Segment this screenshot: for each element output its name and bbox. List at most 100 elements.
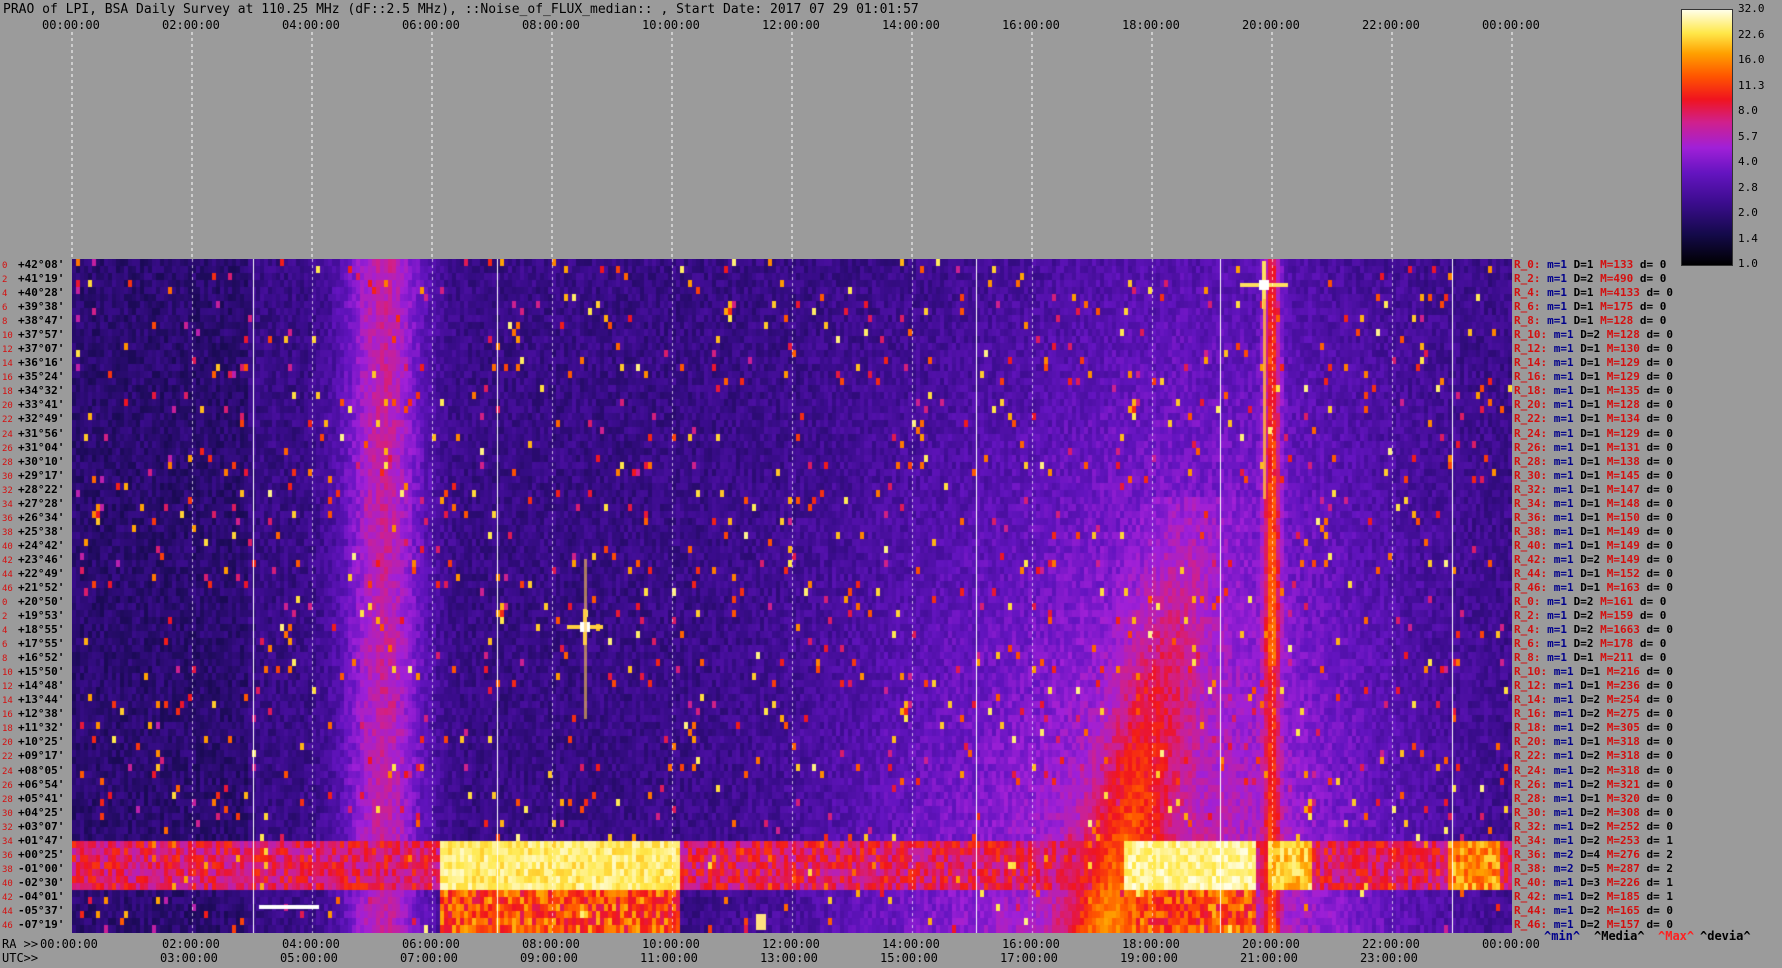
stat-row: R_32: m=1 D=2 M=252 d= 0 (1514, 820, 1673, 833)
declination-label: 38 +25°38' (2, 525, 64, 538)
stat-devia: d= 0 (1646, 903, 1674, 917)
stat-min: m=1 (1553, 412, 1581, 426)
stat-devia: d= 0 (1646, 328, 1674, 342)
stat-devia: d= 0 (1646, 342, 1674, 356)
stat-media: D=1 (1580, 342, 1607, 356)
row-index: 36 (2, 513, 13, 524)
stat-min: m=1 (1553, 707, 1581, 721)
declination-label: 32 +03°07' (2, 820, 64, 833)
stat-devia: d= 0 (1646, 580, 1674, 594)
stat-min: m=2 (1553, 847, 1581, 861)
stat-min: m=1 (1553, 763, 1581, 777)
stat-media: D=2 (1580, 805, 1607, 819)
row-index: 16 (2, 373, 13, 384)
colorbar-tick-label: 2.0 (1738, 206, 1758, 219)
utc-tick-label: 09:00:00 (520, 951, 578, 965)
stat-media: D=1 (1580, 426, 1607, 440)
declination-value: +19°53' (18, 609, 65, 623)
declination-value: +20°50' (18, 595, 65, 608)
stat-media: D=2 (1573, 609, 1601, 623)
stat-row-label: R_18: (1514, 721, 1554, 735)
declination-label: 36 +00°25' (2, 848, 64, 861)
declination-label: 28 +05°41' (2, 792, 64, 805)
stat-devia: d= 2 (1646, 847, 1674, 861)
stat-row: R_14: m=1 D=2 M=254 d= 0 (1514, 693, 1673, 706)
stat-min: m=1 (1553, 917, 1581, 931)
stat-row: R_8: m=1 D=1 M=211 d= 0 (1514, 651, 1666, 664)
stat-min: m=1 (1553, 496, 1581, 510)
row-index: 18 (2, 724, 13, 735)
row-index: 4 (2, 289, 8, 300)
stat-min: m=1 (1547, 272, 1574, 286)
stat-row: R_16: m=1 D=1 M=129 d= 0 (1514, 370, 1673, 383)
stat-row-label: R_4: (1514, 286, 1548, 300)
legend-max: ^Max^ (1658, 929, 1695, 943)
ra-tick-label: 08:00:00 (522, 937, 580, 951)
stat-row-label: R_40: (1514, 538, 1554, 552)
declination-value: +11°32' (18, 721, 65, 735)
declination-value: +36°16' (18, 356, 65, 370)
declination-label: 42 +23°46' (2, 553, 64, 566)
stat-max: M=134 (1606, 412, 1647, 426)
stat-max: M=129 (1606, 356, 1647, 370)
stat-row-label: R_10: (1514, 328, 1554, 342)
stat-max: M=175 (1600, 300, 1640, 314)
stat-devia: d= 0 (1639, 272, 1667, 286)
declination-label: 16 +12°38' (2, 707, 64, 720)
row-index: 34 (2, 836, 13, 847)
top-tick-label: 22:00:00 (1362, 18, 1420, 32)
stat-max: M=211 (1600, 651, 1640, 665)
stat-media: D=2 (1573, 623, 1601, 637)
declination-label: 0 +42°08' (2, 258, 64, 271)
row-index: 44 (2, 569, 13, 580)
row-index: 30 (2, 808, 13, 819)
declination-label: 8 +38°47' (2, 314, 64, 327)
stat-row-label: R_4: (1514, 623, 1548, 637)
stat-row-label: R_42: (1514, 552, 1554, 566)
stat-row: R_24: m=1 D=1 M=129 d= 0 (1514, 427, 1673, 440)
declination-value: +39°38' (18, 300, 65, 314)
declination-label: 8 +16°52' (2, 651, 64, 664)
stat-devia: d= 0 (1639, 314, 1667, 328)
stat-min: m=1 (1553, 468, 1581, 482)
stat-devia: d= 1 (1646, 833, 1674, 847)
declination-value: +26°34' (18, 510, 65, 524)
stat-row: R_40: m=1 D=1 M=149 d= 0 (1514, 539, 1673, 552)
stat-row-label: R_2: (1514, 272, 1548, 286)
stat-media: D=1 (1580, 510, 1607, 524)
spectrogram-plot[interactable] (72, 259, 1512, 933)
declination-label: 26 +31°04' (2, 441, 64, 454)
utc-tick-label: 07:00:00 (400, 951, 458, 965)
stat-media: D=1 (1580, 440, 1607, 454)
declination-label: 22 +09°17' (2, 749, 64, 762)
stat-media: D=1 (1580, 482, 1607, 496)
stat-row: R_24: m=1 D=2 M=318 d= 0 (1514, 764, 1673, 777)
declination-label: 36 +26°34' (2, 511, 64, 524)
stat-min: m=1 (1553, 903, 1581, 917)
stat-devia: d= 0 (1646, 693, 1674, 707)
declination-label: 12 +14°48' (2, 679, 64, 692)
stat-min: m=2 (1553, 861, 1581, 875)
declination-value: +24°42' (18, 538, 65, 552)
row-index: 8 (2, 317, 8, 328)
declination-label: 30 +29°17' (2, 469, 64, 482)
stat-row: R_20: m=1 D=1 M=318 d= 0 (1514, 735, 1673, 748)
declination-value: +27°28' (18, 496, 65, 510)
row-index: 42 (2, 892, 13, 903)
stat-max: M=320 (1606, 791, 1647, 805)
stat-devia: d= 0 (1639, 637, 1667, 651)
row-index: 2 (2, 275, 8, 286)
declination-value: +31°04' (18, 440, 65, 454)
declination-value: +38°47' (18, 314, 65, 328)
stat-min: m=1 (1553, 819, 1581, 833)
declination-label: 46 +21°52' (2, 581, 64, 594)
stat-row: R_42: m=1 D=2 M=149 d= 0 (1514, 553, 1673, 566)
stat-max: M=130 (1606, 342, 1647, 356)
stat-media: D=2 (1573, 595, 1601, 608)
row-index: 18 (2, 387, 13, 398)
declination-label: 44 +22°49' (2, 567, 64, 580)
stat-max: M=128 (1600, 314, 1640, 328)
stat-max: M=159 (1600, 609, 1640, 623)
stat-devia: d= 0 (1646, 468, 1674, 482)
time-gridlines (71, 32, 1513, 259)
